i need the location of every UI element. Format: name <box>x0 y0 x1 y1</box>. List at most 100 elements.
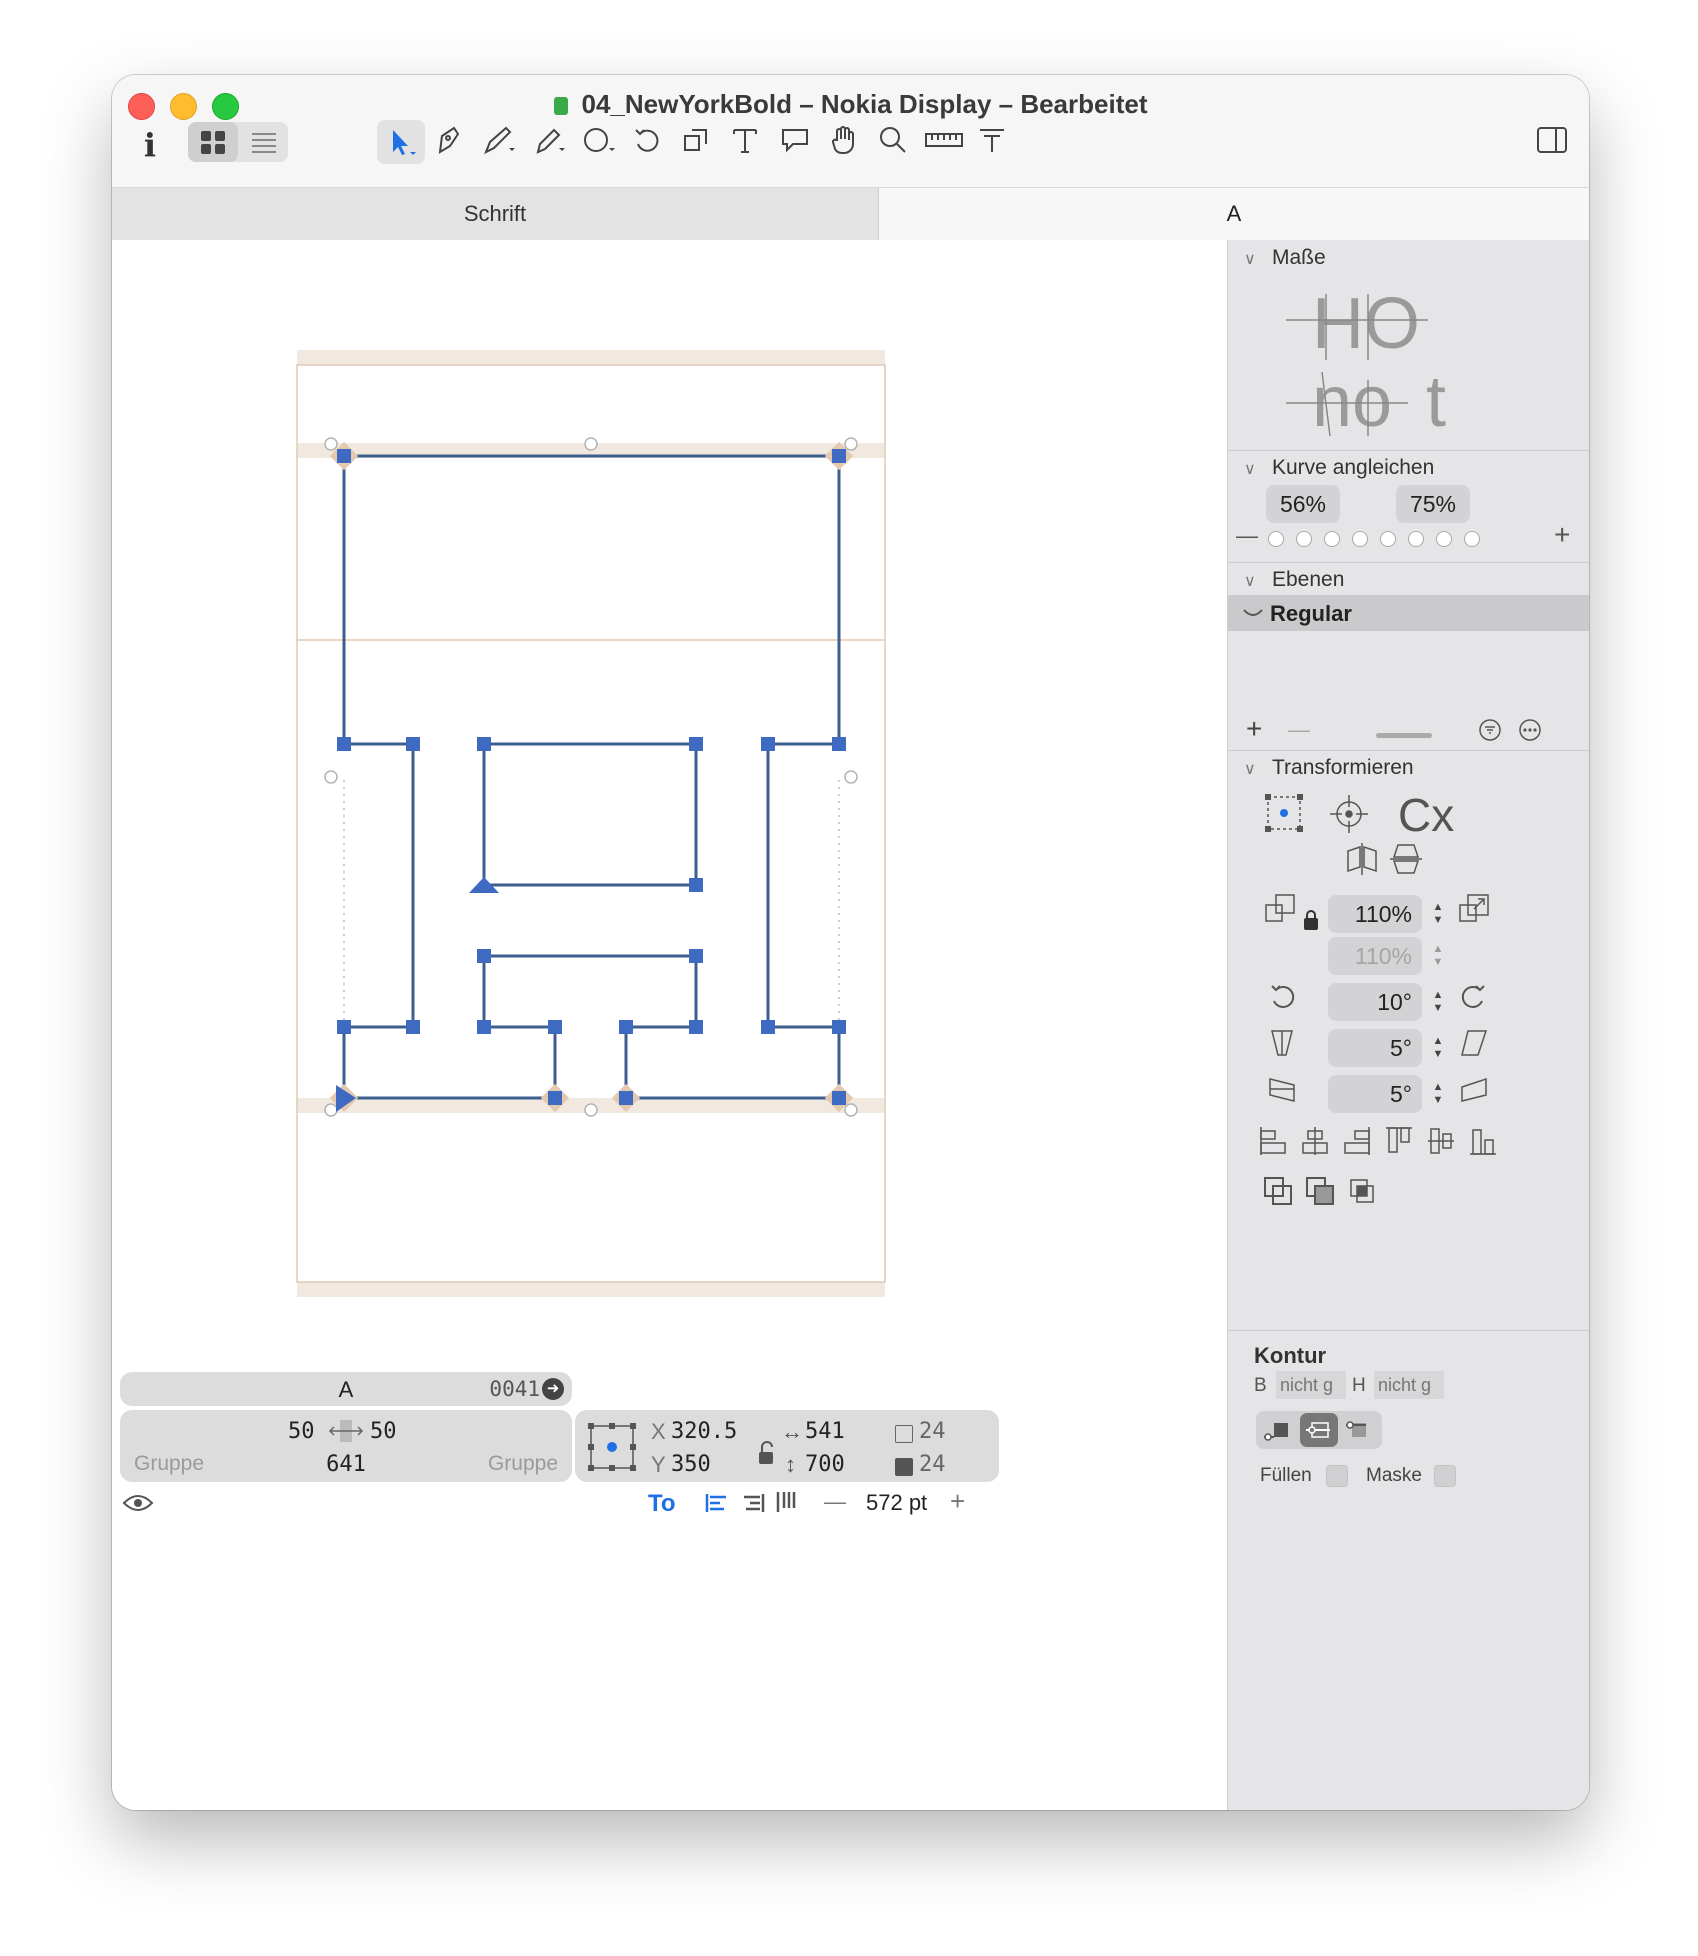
slant-input[interactable]: 5° <box>1328 1029 1422 1067</box>
transform-sample[interactable]: Cx <box>1398 789 1454 841</box>
transform-section-header[interactable]: ∨ Transformieren <box>1244 756 1414 780</box>
shape-tool-icon[interactable] <box>580 122 616 158</box>
curve-steps[interactable] <box>1268 531 1480 547</box>
glyph-edit-area[interactable] <box>112 240 1227 1810</box>
list-view-icon[interactable] <box>240 122 288 162</box>
transform-origin-icon[interactable] <box>1264 793 1304 833</box>
resize-handle[interactable] <box>1376 733 1432 738</box>
subtract-icon[interactable] <box>1304 1175 1336 1207</box>
stroke-center-icon[interactable] <box>1300 1413 1338 1447</box>
width-value[interactable]: 541 <box>805 1419 845 1444</box>
annotation-tool-icon[interactable] <box>777 122 813 158</box>
rotate-ccw-icon[interactable] <box>1266 981 1298 1013</box>
crosshair-icon[interactable] <box>1328 793 1370 835</box>
x-value[interactable]: 320.5 <box>671 1419 737 1444</box>
kontur-width-input[interactable] <box>1276 1371 1346 1399</box>
filter-icon[interactable] <box>1478 718 1502 742</box>
bbox-handles[interactable] <box>324 437 858 1117</box>
add-layer-button[interactable]: + <box>1246 713 1262 745</box>
sidebar-toggle-icon[interactable] <box>1534 122 1570 158</box>
align-left-edges-icon[interactable] <box>1258 1125 1288 1157</box>
curve-value-2[interactable]: 75% <box>1396 485 1470 523</box>
stroke-outside-icon[interactable] <box>1260 1415 1298 1445</box>
unlock-icon[interactable] <box>755 1440 777 1466</box>
glyph-canvas[interactable]: A 0041 ➜ 50 50 641 Gruppe Gruppe X 320.5… <box>112 240 1227 1810</box>
pen-tool-icon[interactable] <box>430 122 466 158</box>
scale-down-icon[interactable] <box>1262 891 1298 927</box>
left-sidebearing[interactable]: 50 <box>288 1419 315 1444</box>
curve-increase-button[interactable]: + <box>1554 519 1570 551</box>
slant-right-icon[interactable] <box>1458 1027 1490 1059</box>
rotate-cw-icon[interactable] <box>1458 981 1490 1013</box>
grid-view-icon[interactable] <box>188 122 238 162</box>
brush-tool-icon[interactable] <box>480 122 516 158</box>
zoom-out-button[interactable]: — <box>824 1489 846 1515</box>
stroke-inside-icon[interactable] <box>1342 1415 1380 1445</box>
eye-closed-icon[interactable] <box>1242 606 1264 620</box>
glyph-unicode[interactable]: 0041 <box>489 1377 540 1401</box>
kontur-height-input[interactable] <box>1374 1371 1444 1399</box>
align-right-icon[interactable] <box>742 1490 766 1514</box>
glyph-outline[interactable] <box>342 454 841 1100</box>
select-tool-icon[interactable] <box>377 120 425 164</box>
height-value[interactable]: 700 <box>805 1452 845 1477</box>
text-tool-icon[interactable] <box>727 122 763 158</box>
tab-font[interactable]: Schrift <box>112 188 879 240</box>
scale-up-icon[interactable] <box>1456 891 1492 927</box>
scale-y-stepper[interactable]: ▲ ▼ <box>1430 937 1446 975</box>
scale-tool-icon[interactable] <box>678 122 714 158</box>
y-value[interactable]: 350 <box>671 1452 711 1477</box>
text-metrics-tool-icon[interactable] <box>974 122 1010 158</box>
layer-row-regular[interactable]: Regular <box>1228 595 1589 631</box>
tab-glyph[interactable]: A <box>879 188 1589 240</box>
align-bottom-edges-icon[interactable] <box>1468 1125 1498 1157</box>
pencil-tool-icon[interactable] <box>530 122 566 158</box>
scale-y-input[interactable]: 110% <box>1328 937 1422 975</box>
align-v-center-icon[interactable] <box>1426 1125 1456 1157</box>
zoom-level[interactable]: 572 pt <box>866 1490 927 1516</box>
measure-tool-icon[interactable] <box>922 122 966 158</box>
arrow-right-circle-icon[interactable]: ➜ <box>542 1378 564 1400</box>
align-right-edges-icon[interactable] <box>1342 1125 1372 1157</box>
skew-input[interactable]: 5° <box>1328 1075 1422 1113</box>
right-sidebearing[interactable]: 50 <box>370 1419 397 1444</box>
reference-point-icon[interactable] <box>585 1420 639 1474</box>
info-icon[interactable]: i <box>132 125 168 165</box>
skew-right-icon[interactable] <box>1458 1073 1490 1105</box>
scale-x-stepper[interactable]: ▲ ▼ <box>1430 895 1446 933</box>
more-options-icon[interactable] <box>1518 718 1542 742</box>
scale-x-input[interactable]: 110% <box>1328 895 1422 933</box>
mask-checkbox[interactable] <box>1434 1465 1456 1487</box>
rotate-tool-icon[interactable] <box>628 122 664 158</box>
metrics-section-header[interactable]: ∨ Maße <box>1244 246 1326 270</box>
fill-checkbox[interactable] <box>1326 1465 1348 1487</box>
justify-icon[interactable] <box>774 1490 798 1514</box>
align-top-edges-icon[interactable] <box>1384 1125 1414 1157</box>
remove-layer-button[interactable]: — <box>1288 717 1310 743</box>
intersect-icon[interactable] <box>1346 1175 1378 1207</box>
curve-decrease-button[interactable]: — <box>1236 523 1258 549</box>
eye-icon[interactable] <box>122 1491 154 1515</box>
slant-stepper[interactable]: ▲ ▼ <box>1430 1029 1446 1067</box>
rotate-input[interactable]: 10° <box>1328 983 1422 1021</box>
curve-value-1[interactable]: 56% <box>1266 485 1340 523</box>
skew-stepper[interactable]: ▲ ▼ <box>1430 1075 1446 1113</box>
text-options-icon[interactable]: To <box>648 1490 676 1518</box>
curve-section-header[interactable]: ∨ Kurve angleichen <box>1244 456 1434 480</box>
rotate-stepper[interactable]: ▲ ▼ <box>1430 983 1446 1021</box>
align-h-center-icon[interactable] <box>1300 1125 1330 1157</box>
layers-section-header[interactable]: ∨ Ebenen <box>1244 568 1344 592</box>
align-left-icon[interactable] <box>704 1490 728 1514</box>
skew-left-icon[interactable] <box>1266 1073 1298 1105</box>
left-group[interactable]: Gruppe <box>134 1452 204 1476</box>
flip-horizontal-icon[interactable] <box>1344 841 1380 877</box>
zoom-in-button[interactable]: + <box>950 1486 965 1517</box>
zoom-tool-icon[interactable] <box>875 122 911 158</box>
hand-tool-icon[interactable] <box>826 122 862 158</box>
right-group[interactable]: Gruppe <box>488 1452 558 1476</box>
flip-vertical-icon[interactable] <box>1388 841 1424 877</box>
metrics-preview[interactable]: HO no t <box>1286 280 1468 442</box>
slant-left-icon[interactable] <box>1266 1027 1298 1059</box>
union-icon[interactable] <box>1262 1175 1294 1207</box>
lock-icon[interactable] <box>1302 909 1320 931</box>
